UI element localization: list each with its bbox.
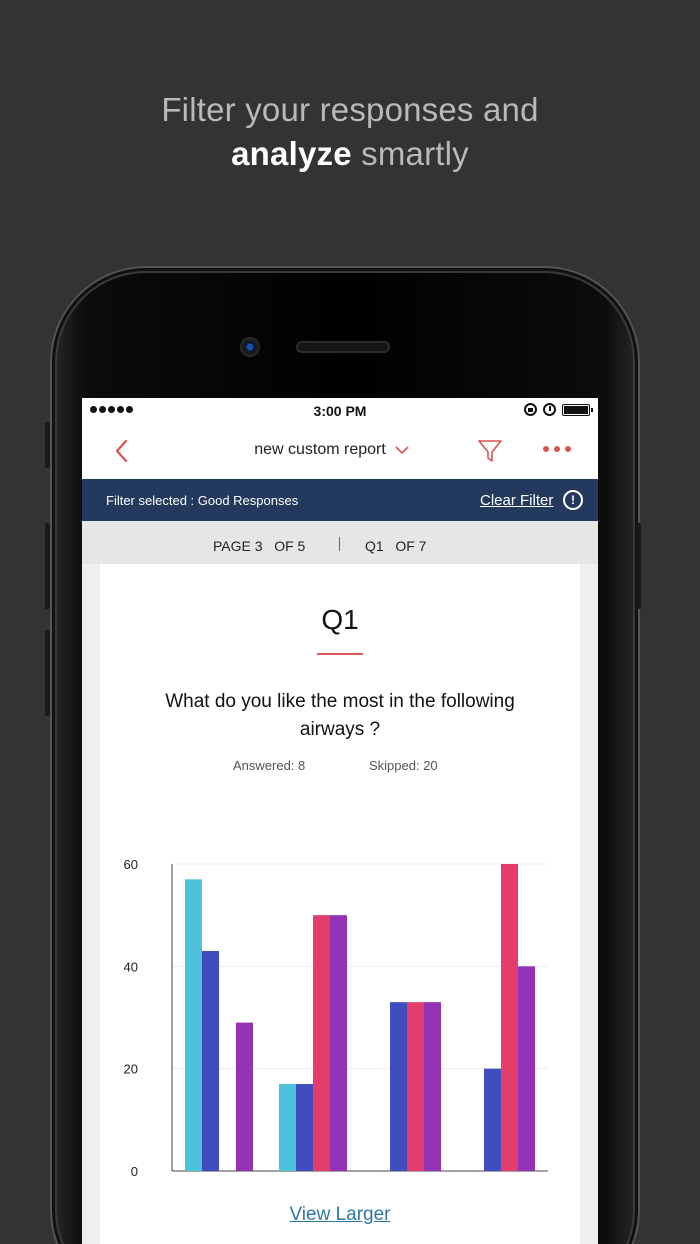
filter-selected-text: Filter selected : Good Responses xyxy=(106,493,299,508)
y-tick-label: 20 xyxy=(124,1062,138,1077)
bar xyxy=(424,1002,441,1171)
bar-chart: 0 20 40 60 xyxy=(124,857,548,1179)
bar xyxy=(407,1002,424,1171)
headline-line-2: analyze smartly xyxy=(0,132,700,176)
earpiece-speaker xyxy=(296,341,390,353)
status-icons xyxy=(524,403,593,416)
status-bar: 3:00 PM xyxy=(82,398,598,424)
front-camera xyxy=(240,337,260,357)
page-indicator: PAGE 3 OF 5 xyxy=(213,538,306,554)
bar xyxy=(202,950,219,1171)
more-options-icon[interactable] xyxy=(543,446,571,452)
view-larger-link[interactable]: View Larger xyxy=(100,1204,580,1226)
headline-strong-word: analyze xyxy=(231,135,352,172)
status-time: 3:00 PM xyxy=(313,403,367,419)
battery-icon xyxy=(562,403,593,416)
filter-banner: Filter selected : Good Responses Clear F… xyxy=(82,479,598,521)
nav-bar: new custom report xyxy=(82,424,598,479)
phone-power-button xyxy=(636,523,641,609)
y-tick-label: 60 xyxy=(124,857,138,872)
pager-divider xyxy=(339,537,340,551)
rotation-lock-icon xyxy=(524,403,537,416)
headline-line-1: Filter your responses and xyxy=(161,91,539,128)
phone-volume-up xyxy=(45,523,50,609)
report-title: new custom report xyxy=(254,441,386,458)
question-indicator: Q1 OF 7 xyxy=(365,538,427,554)
headline-rest: smartly xyxy=(351,135,469,172)
y-tick-label: 0 xyxy=(131,1164,138,1179)
pager-bar: PAGE 3 OF 5 Q1 OF 7 xyxy=(82,521,598,564)
bar xyxy=(296,1084,313,1171)
phone-mute-switch xyxy=(45,422,50,468)
clear-filter-link[interactable]: Clear Filter xyxy=(480,492,553,509)
question-underline xyxy=(317,653,363,655)
bar xyxy=(279,1084,296,1171)
chevron-down-icon xyxy=(395,446,409,455)
phone-volume-down xyxy=(45,630,50,716)
bar xyxy=(390,1002,407,1171)
filter-icon[interactable] xyxy=(477,438,503,464)
report-selector[interactable]: new custom report xyxy=(232,441,432,459)
back-icon[interactable] xyxy=(112,438,132,464)
y-tick-label: 40 xyxy=(124,959,138,974)
bar xyxy=(236,1022,253,1171)
question-card: Q1 What do you like the most in the foll… xyxy=(100,564,580,1244)
info-icon[interactable]: ! xyxy=(563,490,583,510)
bar xyxy=(185,879,202,1171)
bar xyxy=(313,915,330,1171)
bar xyxy=(518,966,535,1171)
bar xyxy=(330,915,347,1171)
bar xyxy=(484,1068,501,1171)
bar xyxy=(501,864,518,1171)
question-number: Q1 xyxy=(321,604,359,635)
question-text: What do you like the most in the followi… xyxy=(165,691,515,740)
answered-count: Answered: 8 xyxy=(233,758,306,773)
marketing-headline: Filter your responses and analyze smartl… xyxy=(0,88,700,176)
app-screen: 3:00 PM new custom report Filter selecte… xyxy=(82,398,598,1244)
alarm-icon xyxy=(543,403,556,416)
skipped-count: Skipped: 20 xyxy=(369,758,438,773)
